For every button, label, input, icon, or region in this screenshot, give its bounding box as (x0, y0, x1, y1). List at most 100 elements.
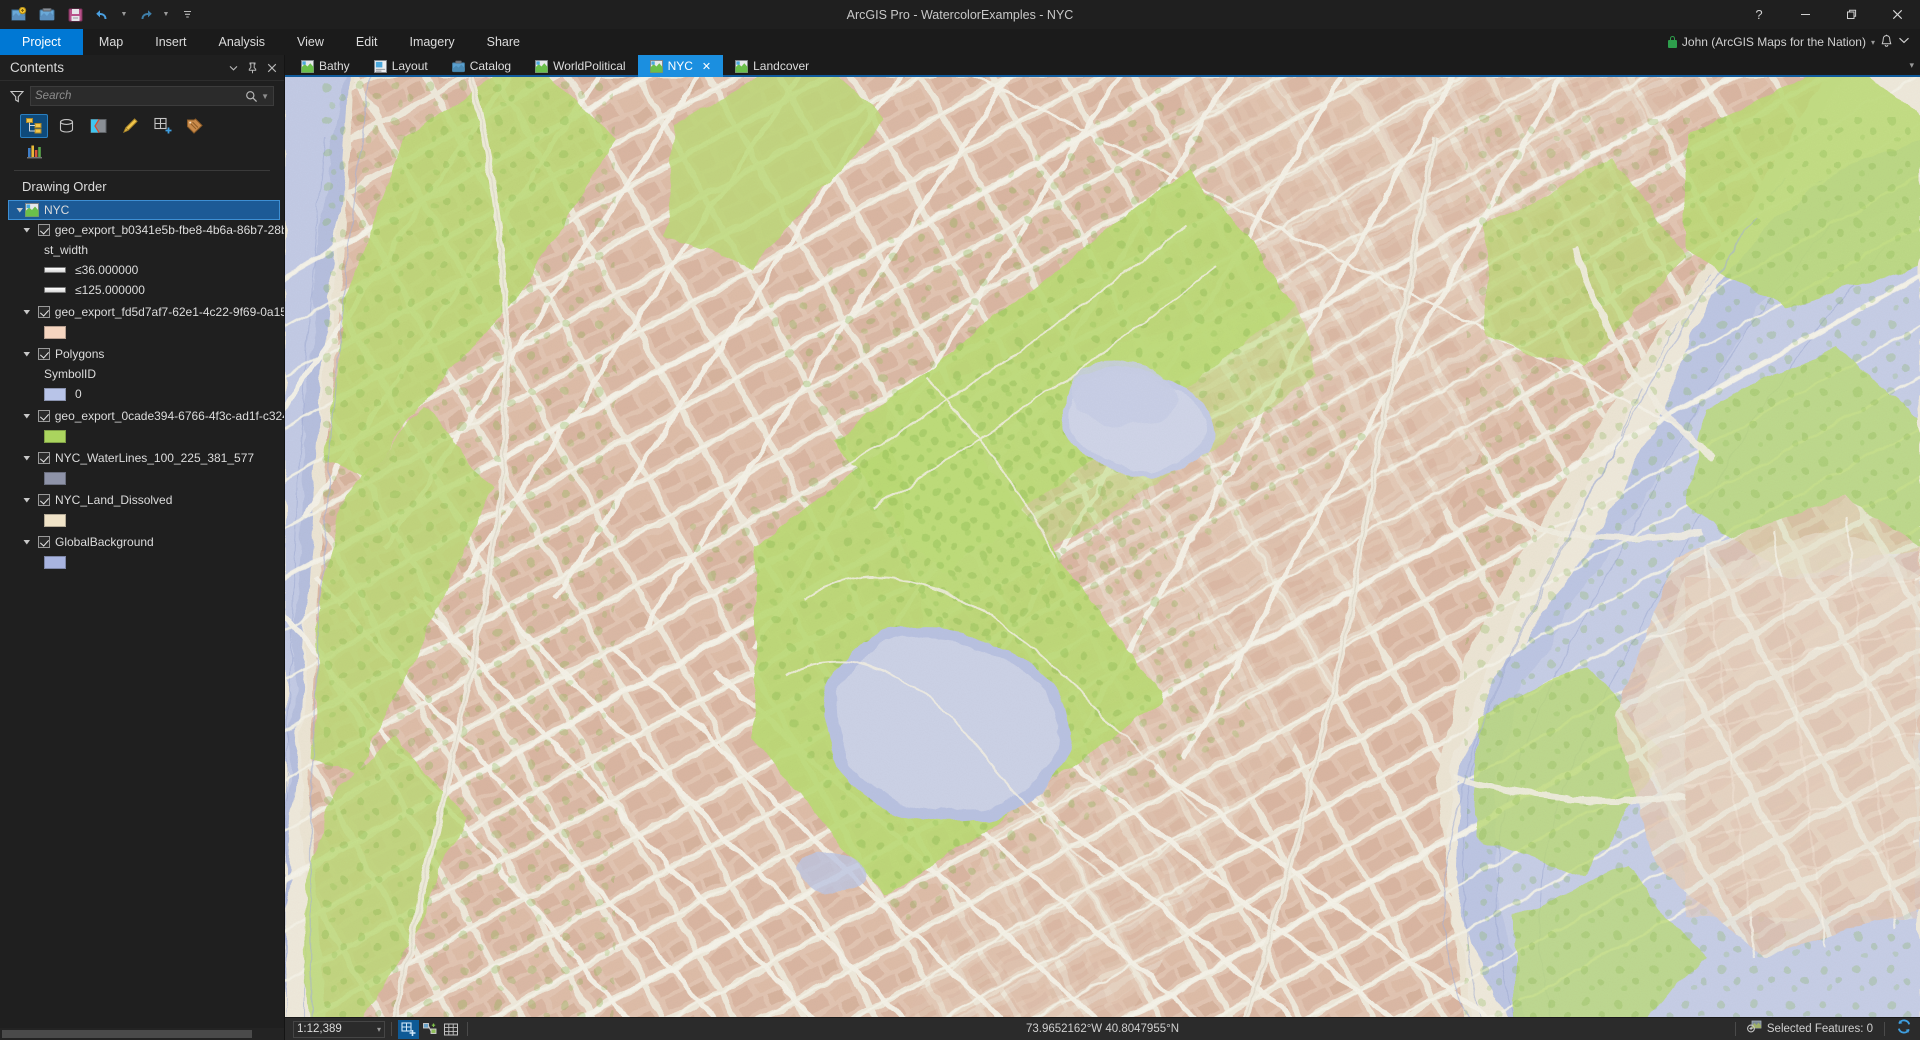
toc-layer-label: geo_export_fd5d7af7-62e1-4c22-9f69-0a158 (54, 305, 284, 319)
search-input-wrapper[interactable]: ▼ (30, 86, 274, 106)
toc-symbol-row[interactable]: 0 (0, 384, 284, 404)
expand-collapse-icon[interactable] (22, 412, 32, 420)
map-scale-dropdown-icon[interactable]: ▾ (377, 1025, 381, 1034)
new-project-icon[interactable] (6, 3, 32, 26)
save-project-icon[interactable] (62, 3, 88, 26)
toc-layer-row[interactable]: NYC_WaterLines_100_225_381_577 (0, 448, 284, 468)
layout-icon (373, 59, 387, 73)
toc-layer-row[interactable]: geo_export_fd5d7af7-62e1-4c22-9f69-0a158 (0, 302, 284, 322)
filter-funnel-icon[interactable] (9, 90, 25, 103)
toc-symbol-row[interactable] (0, 510, 284, 530)
restore-button[interactable] (1828, 0, 1874, 29)
ribbon-tab-imagery[interactable]: Imagery (393, 29, 470, 55)
list-by-data-source-icon[interactable] (52, 114, 80, 138)
contents-search-row: ▼ (0, 81, 284, 110)
expand-collapse-icon[interactable] (22, 226, 32, 234)
close-button[interactable] (1874, 0, 1920, 29)
contents-pane-header: Contents (0, 55, 284, 81)
view-tab-layout[interactable]: Layout (362, 55, 440, 77)
view-tab-catalog[interactable]: Catalog (440, 55, 523, 77)
ribbon-tab-project[interactable]: Project (0, 29, 83, 55)
list-by-selection-icon[interactable] (84, 114, 112, 138)
expand-collapse-icon[interactable] (22, 308, 32, 316)
selection-tool-icon[interactable] (419, 1020, 440, 1039)
contents-horizontal-scrollbar[interactable] (0, 1028, 284, 1040)
toc-layer-row[interactable]: geo_export_0cade394-6766-4f3c-ad1f-c324b (0, 406, 284, 426)
notifications-bell-icon[interactable] (1880, 34, 1893, 51)
list-by-snapping-icon[interactable] (148, 114, 176, 138)
layer-visibility-checkbox[interactable] (37, 224, 50, 236)
map-canvas[interactable] (285, 77, 1920, 1017)
expand-collapse-icon[interactable] (22, 538, 32, 546)
layer-visibility-checkbox[interactable] (38, 452, 50, 464)
toc-symbol-row[interactable] (0, 426, 284, 446)
refresh-icon[interactable] (1896, 1019, 1912, 1039)
ribbon-tab-analysis[interactable]: Analysis (203, 29, 282, 55)
scrollbar-thumb[interactable] (2, 1030, 252, 1038)
drawing-order-heading: Drawing Order (22, 179, 107, 194)
ribbon-tab-edit[interactable]: Edit (340, 29, 394, 55)
minimize-button[interactable] (1782, 0, 1828, 29)
toc-map-node-nyc[interactable]: NYC (8, 200, 280, 220)
ribbon-tab-view[interactable]: View (281, 29, 340, 55)
list-by-labeling-icon[interactable] (180, 114, 208, 138)
window-title: ArcGIS Pro - WatercolorExamples - NYC (846, 7, 1074, 22)
toc-symbol-row[interactable]: ≤125.000000 (0, 280, 284, 300)
expand-collapse-icon[interactable] (22, 350, 32, 358)
account-dropdown-icon[interactable]: ▾ (1871, 38, 1875, 47)
expand-collapse-icon[interactable] (15, 206, 25, 214)
layer-visibility-checkbox[interactable] (37, 410, 50, 422)
search-icon[interactable] (245, 90, 258, 103)
list-by-editing-icon[interactable] (116, 114, 144, 138)
fill-symbol-swatch (44, 555, 66, 569)
redo-icon[interactable] (132, 3, 158, 26)
toc-layer-row[interactable]: GlobalBackground (0, 532, 284, 552)
map-scale-combobox[interactable]: 1:12,389 ▾ (293, 1020, 385, 1038)
open-project-icon[interactable] (34, 3, 60, 26)
ribbon-tab-map[interactable]: Map (83, 29, 139, 55)
pane-close-button[interactable] (263, 59, 280, 77)
toc-symbol-row[interactable]: ≤36.000000 (0, 260, 284, 280)
ribbon-tab-share[interactable]: Share (471, 29, 536, 55)
customize-quick-access-icon[interactable] (174, 3, 200, 26)
line-symbol-swatch (44, 287, 66, 293)
view-tab-overflow-icon[interactable]: ▾ (1909, 55, 1920, 75)
view-tab-nyc[interactable]: NYC ✕ (637, 55, 724, 77)
search-input[interactable] (35, 90, 246, 102)
grid-tool-icon[interactable] (440, 1020, 461, 1039)
layer-visibility-checkbox[interactable] (38, 348, 50, 360)
view-tab-bathy[interactable]: Bathy (289, 55, 362, 77)
toc-symbol-row[interactable] (0, 322, 284, 342)
toc-layer-label: NYC_Land_Dissolved (55, 493, 173, 507)
undo-dropdown-icon[interactable]: ▼ (118, 3, 130, 26)
toc-layer-row[interactable]: geo_export_b0341e5b-fbe8-4b6a-86b7-28b5 (0, 220, 284, 240)
toc-symbol-row[interactable] (0, 552, 284, 572)
view-tab-close-icon[interactable]: ✕ (702, 60, 711, 73)
status-separator (467, 1022, 468, 1036)
list-by-charts-icon[interactable] (20, 140, 48, 164)
redo-dropdown-icon[interactable]: ▼ (160, 3, 172, 26)
help-button[interactable]: ? (1736, 0, 1782, 29)
selected-features-label: Selected Features: 0 (1766, 1023, 1873, 1035)
view-tab-worldpolitical[interactable]: WorldPolitical (523, 55, 637, 77)
map-view[interactable] (285, 77, 1920, 1017)
toc-layer-row[interactable]: Polygons (0, 344, 284, 364)
layer-visibility-checkbox[interactable] (37, 306, 50, 318)
expand-collapse-icon[interactable] (22, 454, 32, 462)
list-by-drawing-order-icon[interactable] (20, 114, 48, 138)
toc-symbol-label: 0 (75, 387, 82, 401)
undo-icon[interactable] (90, 3, 116, 26)
ribbon-tab-insert[interactable]: Insert (139, 29, 202, 55)
expand-collapse-icon[interactable] (22, 496, 32, 504)
pane-menu-button[interactable] (225, 59, 242, 77)
search-dropdown-icon[interactable]: ▼ (261, 92, 269, 101)
view-tab-landcover[interactable]: Landcover (723, 55, 821, 77)
layer-visibility-checkbox[interactable] (38, 536, 50, 548)
layer-visibility-checkbox[interactable] (38, 494, 50, 506)
ribbon-collapse-chevron-icon[interactable] (1898, 36, 1910, 48)
toc-layer-row[interactable]: NYC_Land_Dissolved (0, 490, 284, 510)
toc-symbol-row[interactable] (0, 468, 284, 488)
pane-pin-button[interactable] (244, 59, 261, 77)
map-scale-selection-tool-icon[interactable] (398, 1019, 419, 1039)
account-area[interactable]: John (ArcGIS Maps for the Nation) ▾ (1667, 29, 1920, 55)
